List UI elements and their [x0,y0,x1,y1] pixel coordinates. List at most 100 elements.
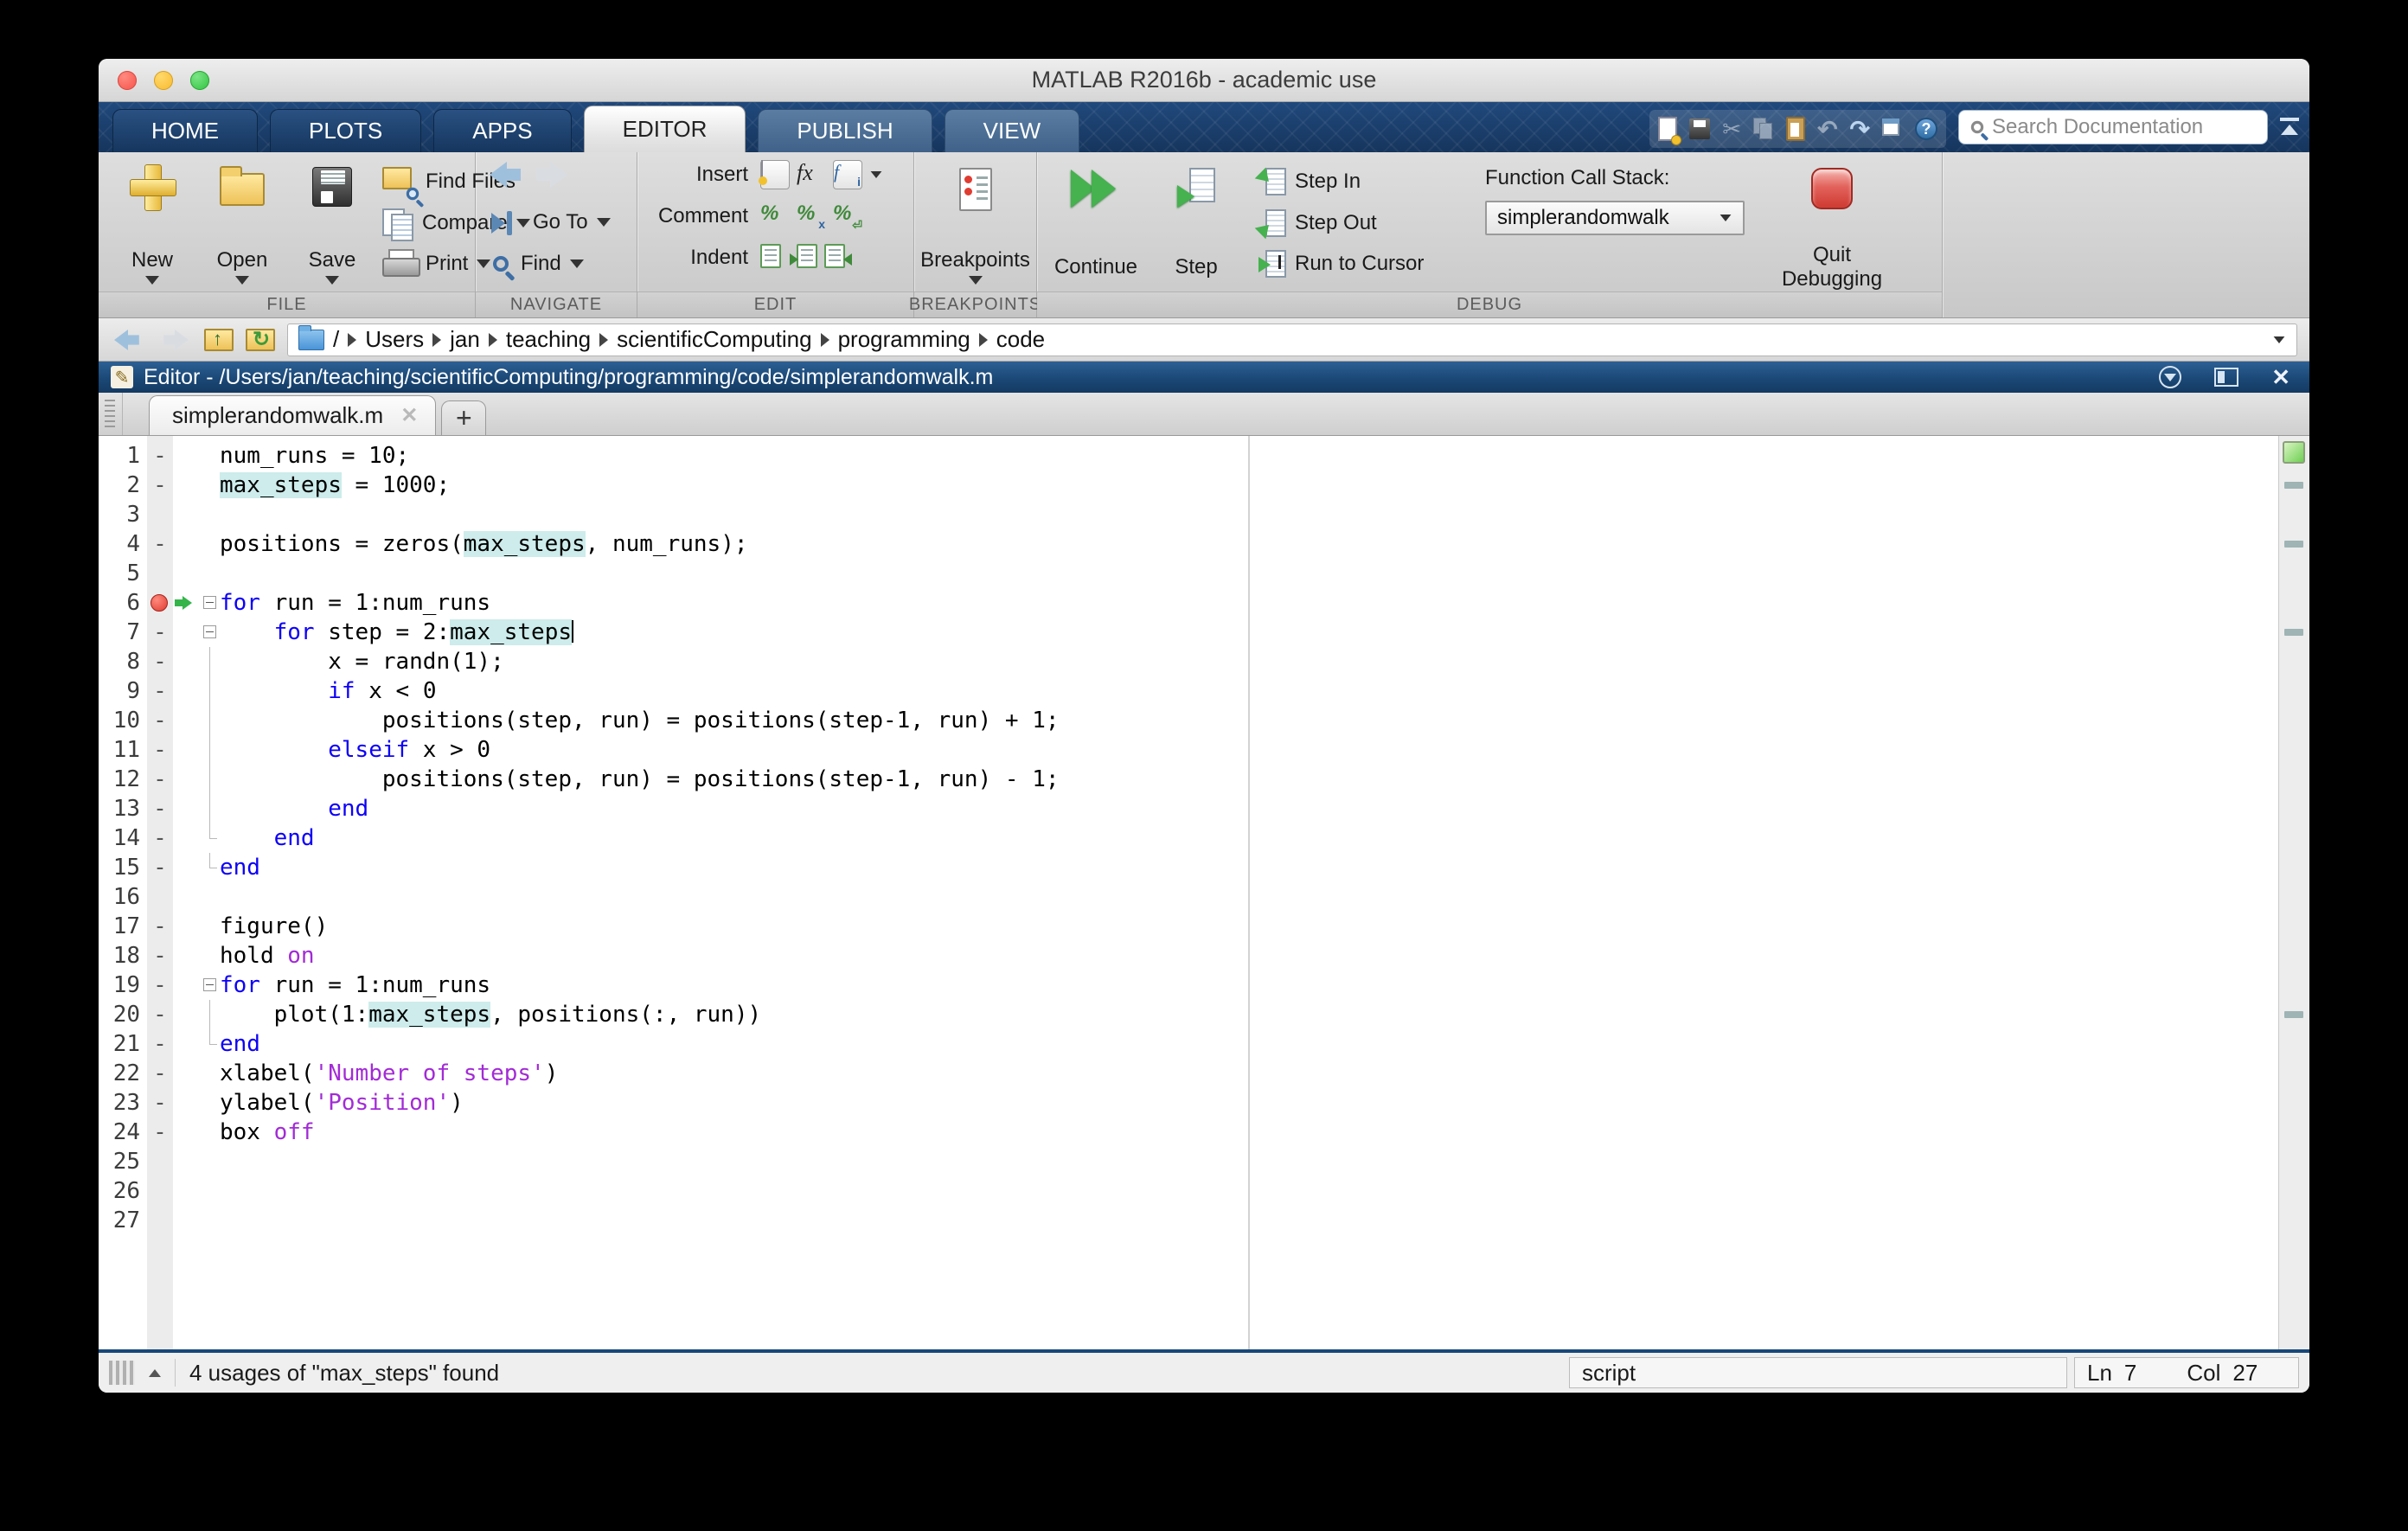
usage-indicator-tick[interactable] [2284,482,2303,489]
search-input[interactable] [1992,115,2243,139]
breadcrumb-segment-jan[interactable]: jan [450,326,480,353]
code-line[interactable]: 23-ylabel('Position') [99,1088,2278,1118]
code-fold-icon[interactable] [203,978,216,991]
insert-fx-icon[interactable]: fx [797,160,826,189]
code-line[interactable]: 20- plot(1:max_steps, positions(:, run)) [99,1000,2278,1029]
code-line[interactable]: 10- positions(step, run) = positions(ste… [99,706,2278,735]
code-line[interactable]: 22-xlabel('Number of steps') [99,1059,2278,1088]
usage-indicator-tick[interactable] [2284,1011,2303,1018]
comment-wrap-icon[interactable]: %⏎ [833,202,862,231]
file-open-button[interactable]: Open [197,157,287,291]
code-line[interactable]: 13- end [99,794,2278,823]
new-script-icon[interactable] [1658,117,1677,141]
breadcrumb-segment-Users[interactable]: Users [365,326,424,353]
code-line[interactable]: 25 [99,1147,2278,1176]
ribbon-tab-home[interactable]: HOME [112,109,258,152]
tab-simplerandomwalk[interactable]: simplerandomwalk.m ✕ [149,395,436,435]
new-tab-button[interactable]: + [441,400,486,435]
breakpoints-button[interactable]: Breakpoints [920,157,1030,291]
close-window-icon[interactable] [118,71,137,90]
back-arrow-icon[interactable] [114,330,142,350]
usage-indicator-tick[interactable] [2284,541,2303,548]
code-fold-icon[interactable] [203,596,216,609]
panel-actions-icon[interactable] [2159,366,2181,388]
code-line[interactable]: 26 [99,1176,2278,1206]
code-line[interactable]: 19-for run = 1:num_runs [99,970,2278,1000]
indent-right-icon[interactable] [797,244,817,272]
insert-code-section-icon[interactable] [760,160,790,189]
call-stack-select[interactable]: simplerandomwalk [1485,201,1745,235]
ribbon-tab-editor[interactable]: EDITOR [584,106,746,152]
go-to-button[interactable]: Go To [490,203,611,241]
minimize-window-icon[interactable] [154,71,173,90]
zoom-window-icon[interactable] [190,71,209,90]
tab-bar-grip[interactable] [99,393,123,435]
fold-column[interactable] [173,588,220,618]
code-line[interactable]: 24-box off [99,1118,2278,1147]
step-button[interactable]: Step [1146,157,1246,291]
code-line[interactable]: 15-end [99,853,2278,882]
code-line[interactable]: 21-end [99,1029,2278,1059]
breadcrumb-segment-teaching[interactable]: teaching [506,326,591,353]
breadcrumb[interactable]: / Users jan teaching scientificComputing pro… [287,323,2297,356]
code-line[interactable]: 17-figure() [99,912,2278,941]
code-line[interactable]: 1-num_runs = 10; [99,441,2278,471]
code-line[interactable]: 11- elseif x > 0 [99,735,2278,765]
ribbon-tab-publish[interactable]: PUBLISH [758,109,932,152]
code-line[interactable]: 18-hold on [99,941,2278,970]
browse-folder-icon[interactable] [246,329,275,351]
smart-indent-icon[interactable] [760,244,781,272]
code-fold-icon[interactable] [203,625,216,638]
code-line[interactable]: 16 [99,882,2278,912]
code-analyzer-bar[interactable] [2278,436,2309,1349]
run-to-cursor-button[interactable]: Run to Cursor [1260,245,1457,283]
documentation-search[interactable] [1958,110,2268,144]
usage-indicator-tick[interactable] [2284,629,2303,636]
statusbar-grip-icon[interactable] [109,1361,135,1385]
nav-back-arrow-icon[interactable] [490,162,524,188]
breakpoint-icon[interactable] [150,594,168,612]
code-ok-indicator[interactable] [2283,441,2305,464]
code-line[interactable]: 3 [99,500,2278,529]
help-icon[interactable]: ? [1915,118,1937,140]
file-new-button[interactable]: New [107,157,197,291]
chevron-down-icon[interactable] [2274,336,2285,343]
code-line[interactable]: 12- positions(step, run) = positions(ste… [99,765,2278,794]
code-line[interactable]: 9- if x < 0 [99,676,2278,706]
step-out-button[interactable]: Step Out [1260,204,1457,242]
undock-icon[interactable] [2214,368,2238,387]
code-line[interactable]: 6for run = 1:num_runs [99,588,2278,618]
breadcrumb-segment-scientificComputing[interactable]: scientificComputing [617,326,811,353]
code-line[interactable]: 27 [99,1206,2278,1235]
minimize-ribbon-icon[interactable] [2278,118,2301,137]
switch-window-icon[interactable] [1882,119,1903,139]
breadcrumb-segment-programming[interactable]: programming [838,326,970,353]
insert-function-icon[interactable]: fi [833,160,862,189]
breadcrumb-root[interactable]: / [333,326,339,353]
ribbon-tab-plots[interactable]: PLOTS [270,109,421,152]
code-line[interactable]: 4-positions = zeros(max_steps, num_runs)… [99,529,2278,559]
comment-percent-icon[interactable]: % [760,202,790,231]
redo-icon[interactable]: ↷ [1850,115,1870,144]
code-line[interactable]: 14- end [99,823,2278,853]
save-icon[interactable] [1689,119,1710,139]
up-one-level-icon[interactable] [204,329,234,351]
breakpoint-marker[interactable] [147,588,173,618]
continue-button[interactable]: Continue [1046,157,1146,291]
find-button[interactable]: Find [490,245,611,283]
uncomment-icon[interactable]: %x [797,202,826,231]
close-panel-icon[interactable]: ✕ [2271,366,2290,388]
file-save-button[interactable]: Save [287,157,377,291]
close-tab-icon[interactable]: ✕ [400,403,418,428]
code-line[interactable]: 7- for step = 2:max_steps [99,618,2278,647]
window-titlebar[interactable]: MATLAB R2016b - academic use [99,59,2309,102]
forward-arrow-icon[interactable] [161,330,189,350]
code-line[interactable]: 2-max_steps = 1000; [99,471,2278,500]
code-area[interactable]: 1-num_runs = 10;2-max_steps = 1000;34-po… [99,436,2278,1349]
breadcrumb-segment-code[interactable]: code [996,326,1045,353]
fold-column[interactable] [173,618,220,647]
fold-column[interactable] [173,970,220,1000]
ribbon-tab-view[interactable]: VIEW [945,109,1079,152]
ribbon-tab-apps[interactable]: APPS [433,109,571,152]
quit-debugging-button[interactable]: Quit Debugging [1767,157,1897,291]
